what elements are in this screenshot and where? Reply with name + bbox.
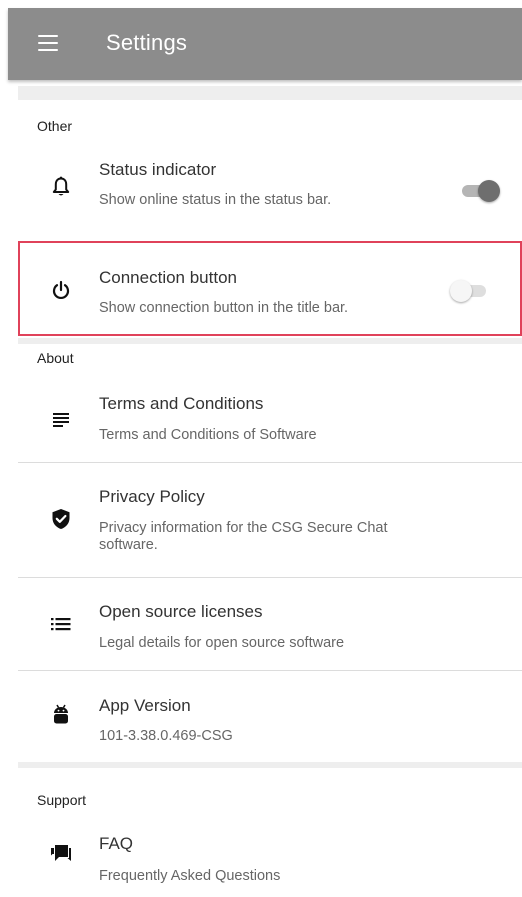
setting-title: App Version: [99, 696, 191, 715]
page-title: Settings: [106, 30, 188, 55]
section-header-support: Support: [37, 792, 87, 808]
setting-subtitle: Terms and Conditions of Software: [99, 427, 317, 443]
bell-icon: [50, 176, 72, 198]
chat-icon: [50, 842, 72, 864]
card-support: Support FAQ Frequently Asked Questions: [18, 768, 522, 897]
setting-status-indicator[interactable]: Status indicator Show online status in t…: [18, 146, 522, 238]
setting-subtitle: Privacy information for the CSG Secure C…: [99, 520, 388, 553]
setting-subtitle: Frequently Asked Questions: [99, 868, 281, 884]
setting-subtitle: Legal details for open source software: [99, 635, 345, 651]
setting-title: Open source licenses: [99, 602, 263, 621]
setting-subtitle: 101-3.38.0.469-CSG: [99, 728, 233, 744]
status-indicator-toggle[interactable]: [460, 179, 500, 203]
document-lines-icon: [50, 408, 72, 430]
setting-title: FAQ: [99, 834, 134, 853]
card-about: About Terms and Conditions Terms and Con…: [18, 344, 522, 762]
setting-privacy-policy[interactable]: Privacy Policy Privacy information for t…: [18, 463, 522, 577]
setting-terms-and-conditions[interactable]: Terms and Conditions Terms and Condition…: [18, 378, 522, 462]
card-other: Other Status indicator Show online statu…: [18, 100, 522, 338]
list-icon: [50, 613, 72, 635]
section-header-other: Other: [37, 118, 73, 134]
setting-faq[interactable]: FAQ Frequently Asked Questions: [18, 820, 522, 897]
setting-title: Terms and Conditions: [99, 394, 264, 413]
settings-list[interactable]: Other Status indicator Show online statu…: [18, 86, 522, 897]
setting-title: Status indicator: [99, 160, 217, 179]
setting-app-version[interactable]: App Version 101-3.38.0.469-CSG: [18, 671, 522, 762]
setting-open-source-licenses[interactable]: Open source licenses Legal details for o…: [18, 578, 522, 670]
menu-icon[interactable]: [38, 35, 58, 53]
shield-check-icon: [50, 508, 72, 530]
highlight-box: [18, 241, 522, 336]
app-bar: Settings: [8, 8, 522, 80]
section-header-about: About: [37, 350, 74, 366]
setting-subtitle: Show online status in the status bar.: [99, 192, 332, 208]
setting-title: Privacy Policy: [99, 487, 205, 506]
android-icon: [50, 704, 72, 726]
